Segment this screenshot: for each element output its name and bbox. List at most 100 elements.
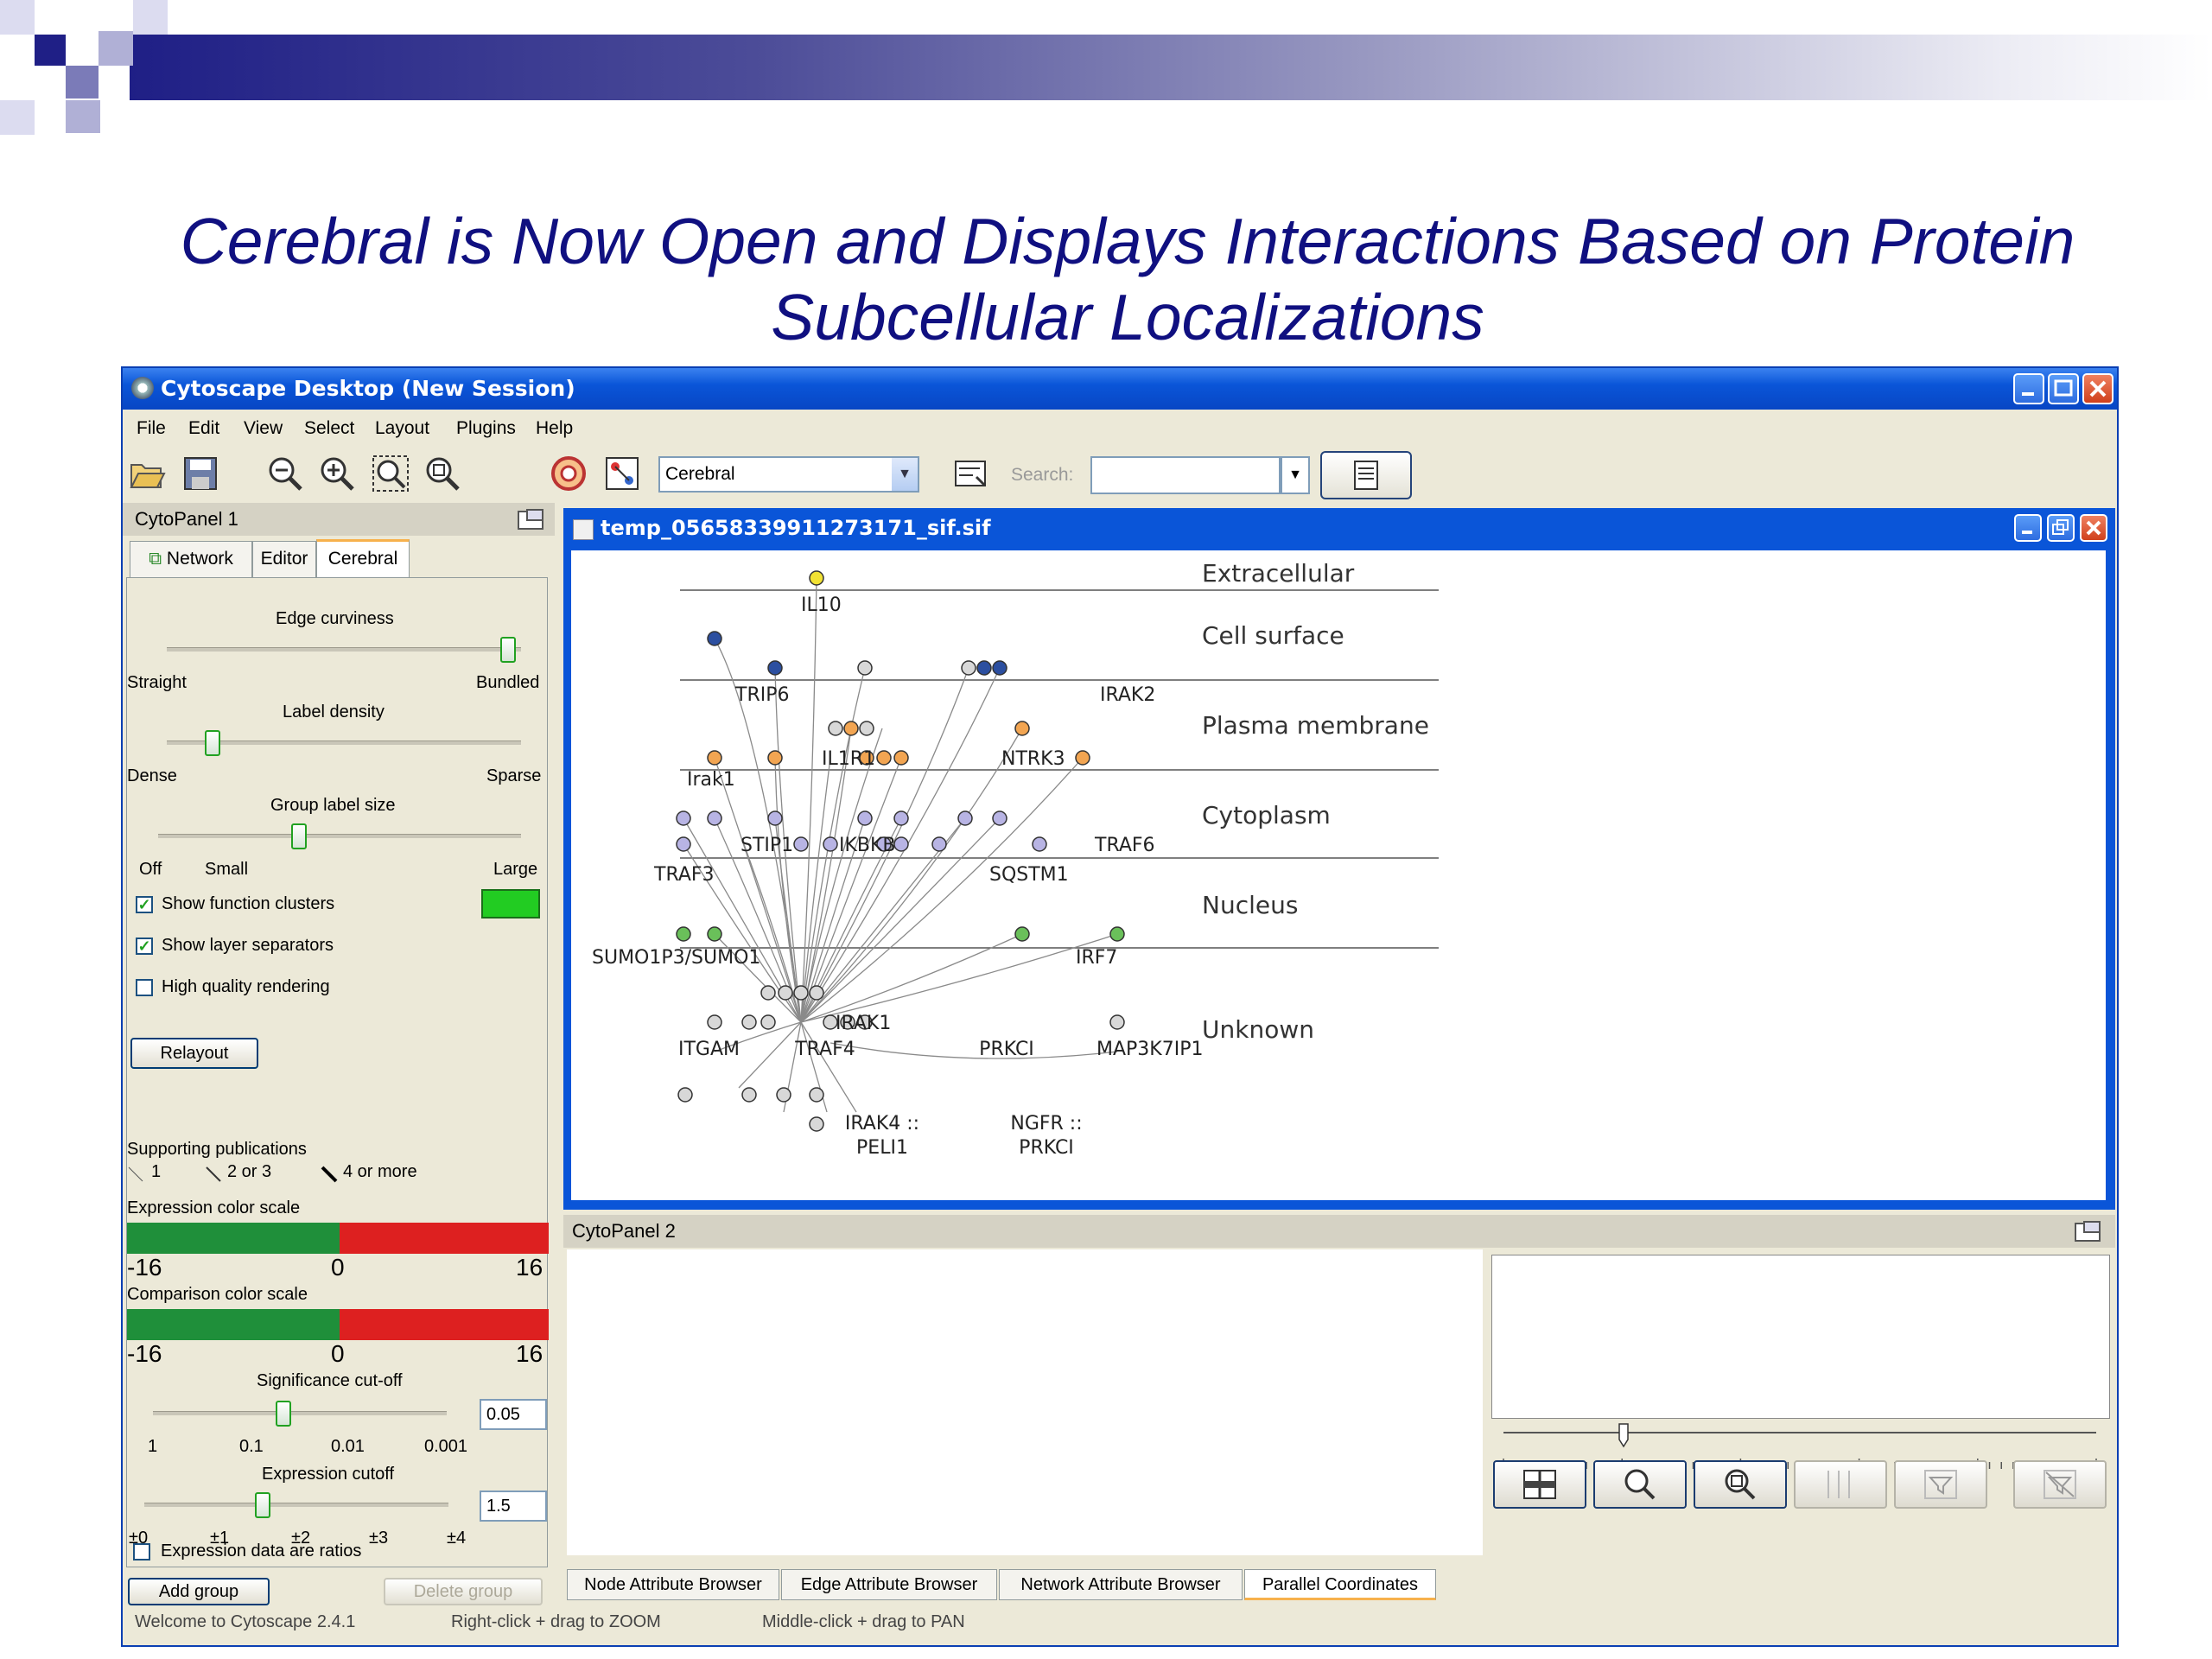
node[interactable] [893, 810, 909, 826]
minimize-icon[interactable] [2014, 514, 2042, 542]
node[interactable] [957, 810, 973, 826]
node[interactable] [707, 810, 722, 826]
grid-view-button[interactable] [1493, 1460, 1586, 1509]
node-traf6[interactable] [1032, 836, 1047, 852]
zoom-button[interactable] [1593, 1460, 1687, 1509]
select-icon[interactable] [952, 454, 990, 493]
node[interactable] [741, 1087, 757, 1103]
menu-layout[interactable]: Layout [375, 418, 429, 439]
layout-combo[interactable]: Cerebral ▼ [658, 456, 919, 493]
edge-curviness-slider[interactable] [500, 637, 516, 663]
vizmapper-icon[interactable] [603, 454, 641, 493]
significance-value-field[interactable]: 0.05 [480, 1399, 547, 1430]
node[interactable] [1075, 750, 1090, 766]
zoom-out-icon[interactable] [266, 454, 304, 493]
menu-help[interactable]: Help [536, 418, 573, 439]
axes-button[interactable] [1794, 1460, 1887, 1509]
node[interactable] [676, 926, 691, 942]
network-canvas[interactable]: Extracellular Cell surface Plasma membra… [571, 550, 2106, 1200]
node[interactable] [793, 836, 809, 852]
network-graph[interactable]: Extracellular Cell surface Plasma membra… [571, 550, 2106, 1200]
node[interactable] [677, 1087, 693, 1103]
label-density-slider[interactable] [205, 730, 220, 756]
node-irf7[interactable] [1014, 926, 1030, 942]
expression-ratios-checkbox[interactable] [133, 1543, 150, 1560]
window-titlebar[interactable]: Cytoscape Desktop (New Session) [123, 368, 2117, 410]
node[interactable] [676, 810, 691, 826]
menu-select[interactable]: Select [304, 418, 354, 439]
show-layer-separators-checkbox[interactable]: ✓ [136, 938, 153, 955]
add-group-button[interactable]: Add group [128, 1578, 270, 1605]
node[interactable] [767, 750, 783, 766]
significance-slider[interactable] [276, 1401, 291, 1427]
expression-cutoff-slider[interactable] [255, 1492, 270, 1518]
zoom-selected-icon[interactable] [372, 454, 410, 493]
menu-plugins[interactable]: Plugins [456, 418, 516, 439]
tab-network[interactable]: ⧉ Network [130, 541, 252, 577]
save-icon[interactable] [181, 454, 219, 493]
node[interactable] [876, 750, 892, 766]
maximize-icon[interactable] [2048, 373, 2079, 404]
layout-icon[interactable] [550, 454, 588, 493]
node[interactable] [707, 631, 722, 646]
node[interactable] [992, 810, 1007, 826]
node[interactable] [1109, 926, 1125, 942]
node-trip6[interactable] [767, 660, 783, 676]
menu-view[interactable]: View [244, 418, 283, 439]
chevron-down-icon[interactable]: ▼ [1281, 456, 1310, 494]
node-irak1[interactable] [707, 750, 722, 766]
menu-edit[interactable]: Edit [188, 418, 219, 439]
node[interactable] [823, 836, 838, 852]
node[interactable] [809, 1087, 824, 1103]
close-icon[interactable] [2082, 373, 2113, 404]
network-view-titlebar[interactable]: temp_05658339911273171_sif.sif [566, 511, 2113, 545]
function-cluster-color-swatch[interactable] [481, 889, 540, 918]
node-traf4[interactable] [760, 1014, 776, 1030]
node[interactable] [741, 1014, 757, 1030]
node-il10[interactable] [809, 570, 824, 586]
zoom-fit-button[interactable] [1694, 1460, 1787, 1509]
parallel-coordinates-plot-area[interactable] [567, 1249, 1483, 1555]
node[interactable] [843, 721, 859, 736]
delete-group-button[interactable]: Delete group [384, 1578, 543, 1605]
relayout-button[interactable]: Relayout [130, 1038, 258, 1069]
tab-editor[interactable]: Editor [252, 541, 316, 577]
node[interactable] [809, 1116, 824, 1132]
node[interactable] [857, 660, 873, 676]
tab-node-attribute-browser[interactable]: Node Attribute Browser [567, 1569, 779, 1600]
tab-network-attribute-browser[interactable]: Network Attribute Browser [999, 1569, 1243, 1600]
node[interactable] [857, 810, 873, 826]
expression-cutoff-value-field[interactable]: 1.5 [480, 1491, 547, 1522]
node-itgam[interactable] [707, 1014, 722, 1030]
close-icon[interactable] [2080, 514, 2107, 542]
menu-file[interactable]: File [137, 418, 166, 439]
float-panel-icon[interactable] [2074, 1220, 2103, 1243]
open-folder-icon[interactable] [128, 454, 166, 493]
node-map3k7ip1[interactable] [1109, 1014, 1125, 1030]
node-ntrk3[interactable] [893, 750, 909, 766]
node[interactable] [809, 985, 824, 1001]
node-stip1[interactable] [767, 810, 783, 826]
restore-icon[interactable] [2047, 514, 2075, 542]
high-quality-rendering-checkbox[interactable] [136, 979, 153, 996]
range-slider-thumb[interactable] [1618, 1423, 1629, 1448]
tab-cerebral[interactable]: Cerebral [316, 539, 410, 579]
node[interactable] [760, 985, 776, 1001]
node[interactable] [976, 660, 992, 676]
node[interactable] [778, 985, 793, 1001]
node-sqstm1[interactable] [931, 836, 947, 852]
node[interactable] [776, 1087, 791, 1103]
node[interactable] [961, 660, 976, 676]
clear-filter-button[interactable] [2013, 1460, 2107, 1509]
node[interactable] [1014, 721, 1030, 736]
node-traf3[interactable] [676, 836, 691, 852]
node-irak2[interactable] [992, 660, 1007, 676]
float-panel-icon[interactable] [517, 508, 546, 531]
show-function-clusters-checkbox[interactable]: ✓ [136, 896, 153, 913]
zoom-fit-icon[interactable] [423, 454, 461, 493]
search-input[interactable] [1090, 456, 1281, 494]
node-sumo1[interactable] [707, 926, 722, 942]
filter-button[interactable] [1894, 1460, 1987, 1509]
chevron-down-icon[interactable]: ▼ [892, 458, 918, 491]
node[interactable] [893, 836, 909, 852]
